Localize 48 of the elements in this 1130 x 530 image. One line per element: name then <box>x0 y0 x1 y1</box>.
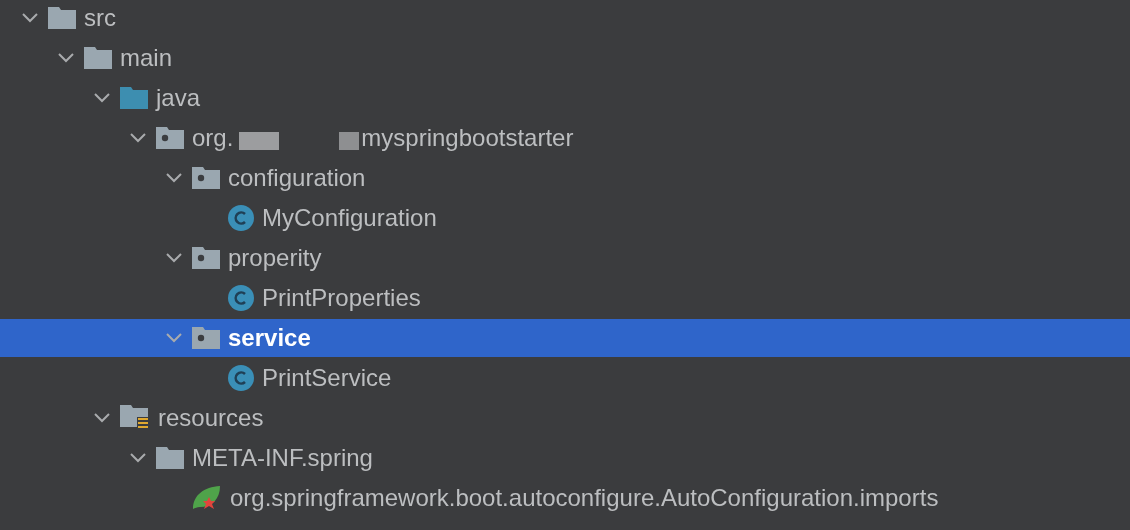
tree-row[interactable]: PrintProperties <box>0 278 1130 318</box>
class-icon <box>228 285 254 311</box>
item-label: MyConfiguration <box>262 204 437 232</box>
chevron-down-icon[interactable] <box>166 253 182 263</box>
tree-row[interactable]: org. myspringbootstarter <box>0 118 1130 158</box>
package-folder-icon <box>192 327 220 349</box>
item-label: src <box>84 4 116 32</box>
resources-folder-icon <box>120 405 150 431</box>
item-label: properity <box>228 244 322 272</box>
item-label: myspringbootstarter <box>361 124 574 152</box>
leaf-icon <box>192 485 222 511</box>
tree-row[interactable]: service <box>0 319 1130 357</box>
tree-row[interactable]: MyConfiguration <box>0 198 1130 238</box>
chevron-down-icon[interactable] <box>94 93 110 103</box>
package-folder-icon <box>192 167 220 189</box>
chevron-down-icon[interactable] <box>22 13 38 23</box>
item-label: PrintProperties <box>262 284 421 312</box>
chevron-down-icon[interactable] <box>94 413 110 423</box>
chevron-down-icon[interactable] <box>130 453 146 463</box>
folder-icon <box>48 7 76 29</box>
item-label: org.springframework.boot.autoconfigure.AutoConfiguration.imports <box>230 484 939 512</box>
item-label: PrintService <box>262 364 392 392</box>
item-label: main <box>120 44 173 72</box>
tree-row[interactable]: src <box>0 0 1130 38</box>
item-label: org. <box>192 124 234 152</box>
chevron-down-icon[interactable] <box>166 173 182 183</box>
chevron-down-icon[interactable] <box>130 133 146 143</box>
package-folder-icon <box>192 247 220 269</box>
tree-row[interactable]: configuration <box>0 158 1130 198</box>
tree-row[interactable]: org.springframework.boot.autoconfigure.AutoConfiguration.imports <box>0 478 1130 518</box>
chevron-down-icon[interactable] <box>58 53 74 63</box>
item-label: java <box>156 84 201 112</box>
folder-icon <box>84 47 112 69</box>
item-label: META-INF.spring <box>192 444 373 472</box>
item-label: service <box>228 324 311 352</box>
package-folder-icon <box>156 127 184 149</box>
item-label: resources <box>158 404 264 432</box>
folder-icon <box>120 87 148 109</box>
item-label: configuration <box>228 164 366 192</box>
tree-row[interactable]: PrintService <box>0 358 1130 398</box>
tree-row[interactable]: META-INF.spring <box>0 438 1130 478</box>
tree-row[interactable]: main <box>0 38 1130 78</box>
class-icon <box>228 365 254 391</box>
folder-icon <box>156 447 184 469</box>
tree-row[interactable]: resources <box>0 398 1130 438</box>
tree-row[interactable]: properity <box>0 238 1130 278</box>
class-icon <box>228 205 254 231</box>
tree-row[interactable]: java <box>0 78 1130 118</box>
